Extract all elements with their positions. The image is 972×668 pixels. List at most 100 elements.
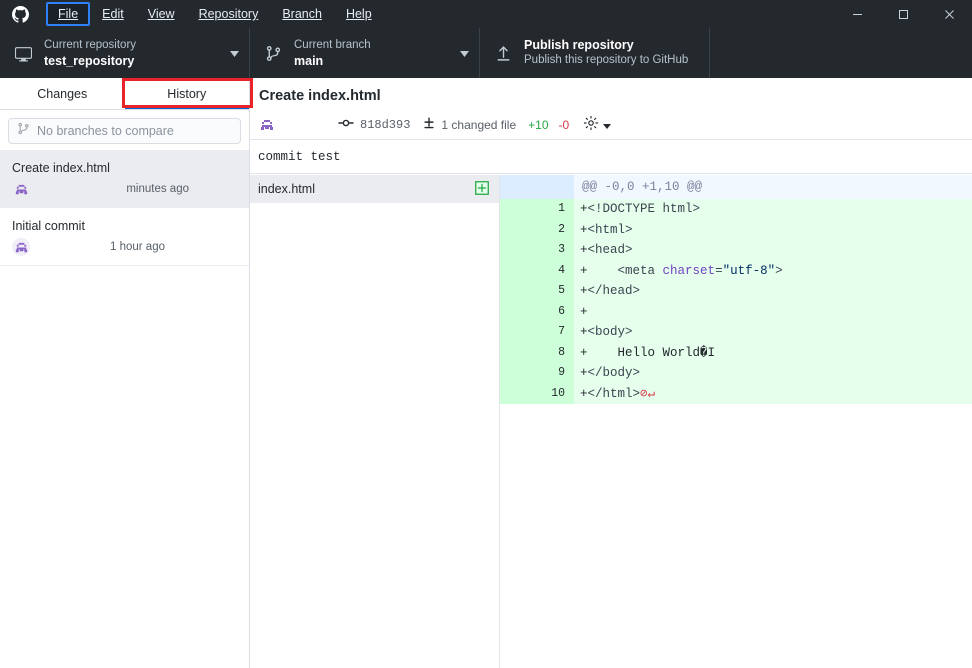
commit-description: commit test <box>250 140 972 174</box>
diff-line-content: + Hello World�I <box>574 342 972 363</box>
diff-line[interactable]: 8 + Hello World�I <box>500 342 972 363</box>
chevron-down-icon <box>603 116 612 134</box>
menu-item-edit[interactable]: Edit <box>90 2 136 26</box>
menu-item-repository[interactable]: Repository <box>187 2 271 26</box>
diff-line[interactable]: 7 +<body> <box>500 322 972 343</box>
diff-new-line-number: 2 <box>534 219 574 240</box>
current-repository-label: Current repository <box>44 38 137 51</box>
carriage-return-marker: ↵ <box>647 386 656 401</box>
additions-count: +10 <box>528 118 549 132</box>
menu-item-file-label: File <box>58 7 79 21</box>
sidebar: Changes History No branches to compare C… <box>0 78 250 668</box>
diff-old-line-number <box>500 301 534 322</box>
chevron-down-icon <box>460 44 469 62</box>
tab-history[interactable]: History <box>124 78 249 109</box>
commit-list-item-time: minutes ago <box>126 183 189 195</box>
diff-old-line-number <box>500 342 534 363</box>
tab-history-label: History <box>167 86 207 101</box>
diff-options-button[interactable] <box>583 115 612 136</box>
diff-line-content: +<html> <box>574 219 972 240</box>
menu-item-help[interactable]: Help <box>334 2 384 26</box>
maximize-icon[interactable] <box>880 0 926 28</box>
hunk-gutter <box>500 175 574 199</box>
diff-old-line-number <box>500 281 534 302</box>
chevron-down-icon <box>230 44 239 62</box>
diff-old-line-number <box>500 363 534 384</box>
avatar <box>12 180 30 198</box>
changed-files-info: 1 changed file <box>422 116 516 135</box>
diff-line-content: +</head> <box>574 281 972 302</box>
close-icon[interactable] <box>926 0 972 28</box>
commit-list-item[interactable]: Initial commit 1 hour ago <box>0 208 249 266</box>
minimize-icon[interactable] <box>834 0 880 28</box>
menu-item-branch[interactable]: Branch <box>270 2 334 26</box>
diff-empty-space <box>250 488 972 668</box>
publish-repository-title: Publish repository <box>524 38 634 52</box>
commit-summary-header: Create index.html 818d393 1 changed file… <box>250 78 972 140</box>
diff-line[interactable]: 3 +<head> <box>500 240 972 261</box>
no-newline-marker: ⊘ <box>640 386 648 401</box>
deletions-count: -0 <box>558 118 570 132</box>
diff-old-line-number <box>500 260 534 281</box>
diff-old-line-number <box>500 219 534 240</box>
publish-repository-subtitle: Publish this repository to GitHub <box>524 54 689 66</box>
commit-list-item-meta: 1 hour ago <box>12 238 237 256</box>
github-desktop-window: File Edit View Repository Branch Help Cu… <box>0 0 972 668</box>
commit-list-item[interactable]: Create index.html minutes ago <box>0 150 249 208</box>
diff-line[interactable]: 5 +</head> <box>500 281 972 302</box>
diff-old-line-number <box>500 322 534 343</box>
avatar <box>258 116 276 134</box>
diff-line[interactable]: 1 +<!DOCTYPE html> <box>500 199 972 220</box>
avatar <box>12 238 30 256</box>
git-commit-icon <box>338 115 354 136</box>
commit-list-item-time: 1 hour ago <box>110 241 165 253</box>
diff-line[interactable]: 6 + <box>500 301 972 322</box>
toolbar-empty-area <box>710 28 972 78</box>
commit-list-item-title: Create index.html <box>12 161 110 175</box>
git-branch-icon <box>17 122 30 140</box>
diff-old-line-number <box>500 383 534 404</box>
current-repository-button[interactable]: Current repository test_repository <box>0 28 250 78</box>
diff-line[interactable]: 10 +</html>⊘↵ <box>500 383 972 404</box>
gear-icon <box>583 115 599 136</box>
branch-compare-input[interactable]: No branches to compare <box>8 118 241 144</box>
page-title: Create index.html <box>259 88 381 104</box>
diff-new-line-number: 10 <box>534 383 574 404</box>
diff-new-line-number: 3 <box>534 240 574 261</box>
menu-item-file[interactable]: File <box>46 2 91 26</box>
branch-compare-placeholder: No branches to compare <box>37 124 174 138</box>
diff-new-line-number: 6 <box>534 301 574 322</box>
changed-files-count: 1 changed file <box>441 118 517 132</box>
menu-item-help-label: Help <box>345 7 372 21</box>
diff-new-line-number: 4 <box>534 260 574 281</box>
diff-line[interactable]: 9 +</body> <box>500 363 972 384</box>
current-branch-value: main <box>294 53 324 68</box>
file-list-item[interactable]: index.html <box>250 175 499 203</box>
diff-line[interactable]: 2 +<html> <box>500 219 972 240</box>
hunk-header-text: @@ -0,0 +1,10 @@ <box>574 175 972 199</box>
branch-compare-filter: No branches to compare <box>0 110 249 150</box>
commit-metadata-row: 818d393 1 changed file +10 -0 <box>258 112 960 138</box>
menu-item-view[interactable]: View <box>136 2 187 26</box>
commit-list-item-title: Initial commit <box>12 219 85 233</box>
diff-added-icon <box>422 116 436 135</box>
menu-item-branch-label: Branch <box>282 7 322 21</box>
toolbar: Current repository test_repository Curre… <box>0 28 972 78</box>
file-list-item-name: index.html <box>258 182 315 196</box>
current-branch-button[interactable]: Current branch main <box>250 28 480 78</box>
menu-bar: File Edit View Repository Branch Help <box>46 0 384 28</box>
repo-desktop-icon <box>12 45 34 62</box>
github-logo-icon <box>6 0 34 28</box>
commit-list-item-meta: minutes ago <box>12 180 237 198</box>
diff-new-line-number: 1 <box>534 199 574 220</box>
commit-sha[interactable]: 818d393 <box>360 118 410 132</box>
tab-changes[interactable]: Changes <box>0 78 125 109</box>
current-repository-value: test_repository <box>44 53 135 68</box>
diff-added-plus-icon <box>475 180 489 198</box>
title-bar: File Edit View Repository Branch Help <box>0 0 972 28</box>
diff-new-line-number: 7 <box>534 322 574 343</box>
diff-line-content: +<body> <box>574 322 972 343</box>
diff-line-content: + <box>574 301 972 322</box>
diff-line[interactable]: 4 + <meta charset="utf-8"> <box>500 260 972 281</box>
publish-repository-button[interactable]: Publish repository Publish this reposito… <box>480 28 710 78</box>
